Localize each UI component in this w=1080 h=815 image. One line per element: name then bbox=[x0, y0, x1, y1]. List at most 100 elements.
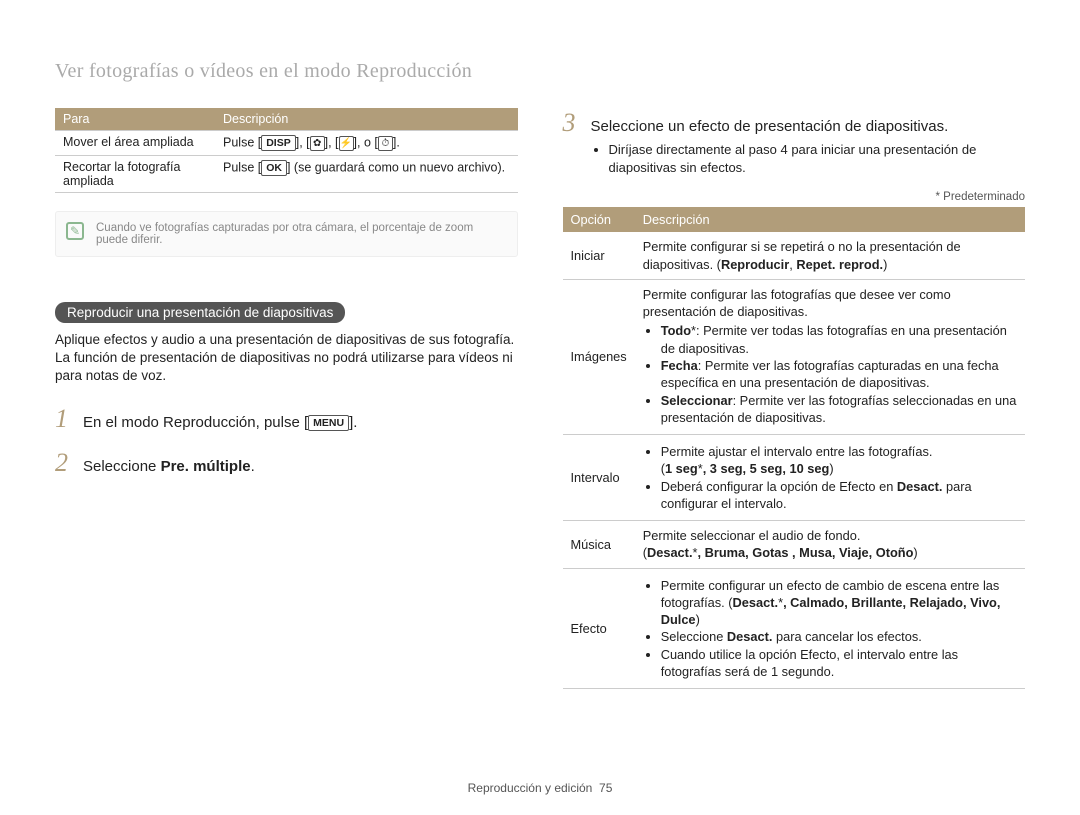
th-desc: Descripción bbox=[635, 207, 1025, 232]
bold: Desact. bbox=[727, 629, 773, 644]
th-para: Para bbox=[55, 108, 215, 131]
text: : Permite ver todas las fotografías en u… bbox=[661, 323, 1007, 355]
bold: Desact. bbox=[733, 595, 779, 610]
list-item: Todo*: Permite ver todas las fotografías… bbox=[661, 322, 1017, 357]
list-item: Diríjase directamente al paso 4 para ini… bbox=[609, 141, 1026, 177]
bold: Pre. múltiple bbox=[161, 458, 251, 475]
opt-desc: Permite configurar un efecto de cambio d… bbox=[635, 568, 1025, 689]
flash-icon: ⚡ bbox=[339, 136, 354, 151]
list-item: Cuando utilice la opción Efecto, el inte… bbox=[661, 646, 1017, 681]
bold: 1 seg bbox=[665, 461, 698, 476]
menu-key-icon: MENU bbox=[308, 415, 349, 431]
section-pill: Reproducir una presentación de diapositi… bbox=[55, 302, 345, 323]
page-number: 75 bbox=[599, 781, 612, 795]
text: ], [ bbox=[325, 135, 339, 149]
text: Deberá configurar la opción de Efecto en bbox=[661, 479, 897, 494]
section-body: Aplique efectos y audio a una presentaci… bbox=[55, 331, 518, 386]
text: ]. bbox=[349, 414, 357, 431]
text: Permite configurar las fotografías que d… bbox=[643, 286, 1017, 321]
text: ], o [ bbox=[354, 135, 378, 149]
opt-name: Intervalo bbox=[563, 435, 635, 521]
table-row: Mover el área ampliada Pulse [DISP], [✿]… bbox=[55, 131, 518, 156]
bold: Desact. bbox=[647, 545, 693, 560]
list-item: Permite ajustar el intervalo entre las f… bbox=[661, 443, 1017, 478]
text: Pulse [ bbox=[223, 160, 261, 174]
bold: Desact. bbox=[897, 479, 943, 494]
bold: Reproducir bbox=[721, 257, 789, 272]
cell-para: Mover el área ampliada bbox=[55, 131, 215, 156]
note-box: ✎ Cuando ve fotografías capturadas por o… bbox=[55, 211, 518, 257]
text: . bbox=[251, 458, 255, 475]
opt-desc: Permite configurar las fotografías que d… bbox=[635, 279, 1025, 434]
text: ]. bbox=[393, 135, 400, 149]
ok-key-icon: OK bbox=[261, 160, 287, 176]
text: : Permite ver las fotografías capturadas… bbox=[661, 358, 999, 390]
text: Permite seleccionar el audio de fondo. bbox=[643, 528, 861, 543]
list-item: Seleccione Desact. para cancelar los efe… bbox=[661, 628, 1017, 645]
note-text: Cuando ve fotografías capturadas por otr… bbox=[96, 222, 473, 246]
text: Seleccione un efecto de presentación de … bbox=[591, 118, 949, 135]
cell-desc: Pulse [OK] (se guardará como un nuevo ar… bbox=[215, 156, 518, 193]
note-icon: ✎ bbox=[66, 222, 84, 240]
text: ) bbox=[883, 257, 887, 272]
text: ) bbox=[913, 545, 917, 560]
step-number: 1 bbox=[55, 404, 73, 434]
opt-desc: Permite seleccionar el audio de fondo. (… bbox=[635, 521, 1025, 569]
step-number: 2 bbox=[55, 448, 73, 478]
opt-name: Imágenes bbox=[563, 279, 635, 434]
table-row: Música Permite seleccionar el audio de f… bbox=[563, 521, 1026, 569]
table-row: Imágenes Permite configurar las fotograf… bbox=[563, 279, 1026, 434]
text: ) bbox=[829, 461, 833, 476]
right-column: 3 Seleccione un efecto de presentación d… bbox=[563, 108, 1026, 689]
opt-name: Música bbox=[563, 521, 635, 569]
table-row: Intervalo Permite ajustar el intervalo e… bbox=[563, 435, 1026, 521]
opt-name: Efecto bbox=[563, 568, 635, 689]
left-column: Para Descripción Mover el área ampliada … bbox=[55, 108, 518, 689]
opt-desc: Permite ajustar el intervalo entre las f… bbox=[635, 435, 1025, 521]
step-text: Seleccione Pre. múltiple. bbox=[83, 456, 518, 477]
list-item: Fecha: Permite ver las fotografías captu… bbox=[661, 357, 1017, 392]
bold: Todo bbox=[661, 323, 691, 338]
opt-name: Iniciar bbox=[563, 232, 635, 279]
text: para cancelar los efectos. bbox=[772, 629, 921, 644]
cell-para: Recortar la fotografía ampliada bbox=[55, 156, 215, 193]
step-number: 3 bbox=[563, 108, 581, 138]
step-sub: Diríjase directamente al paso 4 para ini… bbox=[591, 141, 1026, 177]
step-1: 1 En el modo Reproducción, pulse [MENU]. bbox=[55, 404, 518, 434]
table-row: Efecto Permite configurar un efecto de c… bbox=[563, 568, 1026, 689]
opt-desc: Permite configurar si se repetirá o no l… bbox=[635, 232, 1025, 279]
text: ] (se guardará como un nuevo archivo). bbox=[287, 160, 505, 174]
bold: Repet. reprod. bbox=[796, 257, 883, 272]
list-item: Seleccionar: Permite ver las fotografías… bbox=[661, 392, 1017, 427]
list-item: Permite configurar un efecto de cambio d… bbox=[661, 577, 1017, 629]
page-title: Ver fotografías o vídeos en el modo Repr… bbox=[55, 60, 1025, 83]
table-row: Recortar la fotografía ampliada Pulse [O… bbox=[55, 156, 518, 193]
timer-icon: ⏱ bbox=[378, 136, 393, 151]
bold: , Bruma, Gotas , Musa, Viaje, Otoño bbox=[697, 545, 913, 560]
step-2: 2 Seleccione Pre. múltiple. bbox=[55, 448, 518, 478]
list-item: Deberá configurar la opción de Efecto en… bbox=[661, 478, 1017, 513]
step-3: 3 Seleccione un efecto de presentación d… bbox=[563, 108, 1026, 177]
bold: , 3 seg, 5 seg, 10 seg bbox=[703, 461, 830, 476]
footer: Reproducción y edición 75 bbox=[0, 781, 1080, 795]
bold: Fecha bbox=[661, 358, 698, 373]
bold: Seleccionar bbox=[661, 393, 733, 408]
cell-desc: Pulse [DISP], [✿], [⚡], o [⏱]. bbox=[215, 131, 518, 156]
text: Seleccione bbox=[661, 629, 727, 644]
text: Pulse [ bbox=[223, 135, 261, 149]
macro-icon: ✿ bbox=[310, 136, 325, 151]
footer-text: Reproducción y edición bbox=[468, 781, 593, 795]
th-desc: Descripción bbox=[215, 108, 518, 131]
action-table: Para Descripción Mover el área ampliada … bbox=[55, 108, 518, 193]
text: Permite ajustar el intervalo entre las f… bbox=[661, 444, 933, 459]
text: En el modo Reproducción, pulse [ bbox=[83, 414, 308, 431]
step-text: En el modo Reproducción, pulse [MENU]. bbox=[83, 412, 518, 433]
step-text: Seleccione un efecto de presentación de … bbox=[591, 116, 1026, 177]
disp-key-icon: DISP bbox=[261, 135, 296, 151]
table-row: Iniciar Permite configurar si se repetir… bbox=[563, 232, 1026, 279]
th-option: Opción bbox=[563, 207, 635, 232]
text: ], [ bbox=[296, 135, 310, 149]
default-note: * Predeterminado bbox=[563, 191, 1026, 203]
options-table: Opción Descripción Iniciar Permite confi… bbox=[563, 207, 1026, 689]
text: ) bbox=[696, 612, 700, 627]
